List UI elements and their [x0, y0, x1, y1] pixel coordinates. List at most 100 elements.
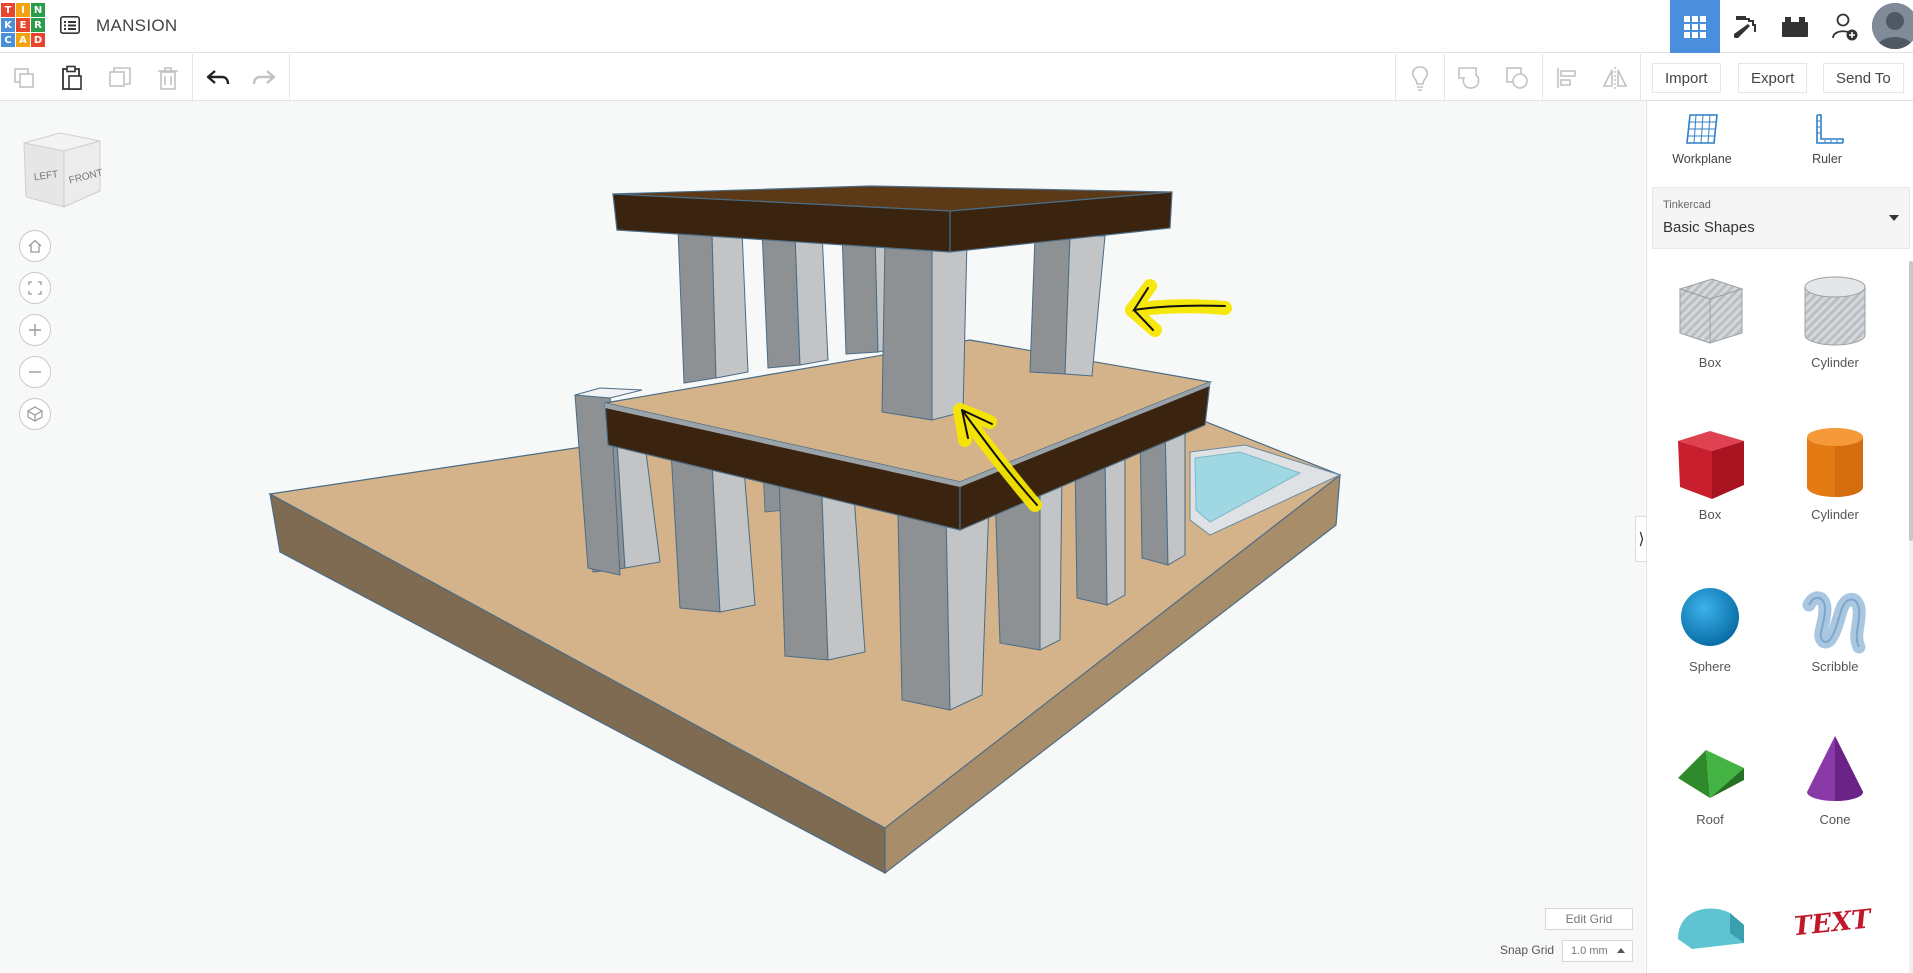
minecraft-view-button[interactable] [1720, 0, 1770, 53]
group-icon [1458, 66, 1480, 89]
3d-workspace[interactable]: LEFT FRONT Edit Grid Snap Grid 1.0 mm ⟩ [0, 101, 1647, 973]
shape-round-roof[interactable] [1650, 879, 1770, 973]
scrollbar-thumb[interactable] [1909, 261, 1913, 541]
snap-grid-select[interactable]: 1.0 mm [1562, 940, 1633, 962]
redo-icon [252, 69, 276, 84]
sphere-icon [1681, 588, 1739, 646]
shape-library-dropdown[interactable]: Tinkercad Basic Shapes [1652, 187, 1910, 249]
library-name: Basic Shapes [1663, 219, 1755, 236]
cone-icon [1807, 736, 1863, 801]
library-source: Tinkercad [1663, 199, 1711, 211]
shape-label: Cylinder [1811, 355, 1859, 370]
shape-sphere[interactable]: Sphere [1650, 575, 1770, 715]
undo-icon [206, 69, 230, 84]
logo-letter: N [31, 3, 45, 17]
toolbar-divider [192, 54, 193, 101]
lightbulb-icon [1411, 65, 1429, 91]
shape-label: Scribble [1811, 659, 1859, 674]
import-button[interactable]: Import [1652, 63, 1721, 93]
perspective-button[interactable] [19, 398, 51, 430]
3d-design-view-button[interactable] [1670, 0, 1720, 53]
shape-cylinder-hole[interactable]: Cylinder [1775, 271, 1895, 411]
snap-grid-value: 1.0 mm [1571, 945, 1608, 957]
ruler-tool[interactable]: Ruler [1777, 113, 1877, 166]
shape-label: Box [1698, 507, 1722, 522]
duplicate-button[interactable] [96, 54, 144, 101]
shape-scribble[interactable]: Scribble [1775, 575, 1895, 715]
logo-letter: E [16, 18, 30, 32]
view-cube[interactable]: LEFT FRONT [20, 129, 104, 217]
home-icon [28, 239, 42, 253]
shape-label: Roof [1696, 812, 1724, 827]
text-icon: TEXT [1795, 903, 1873, 942]
design-list-button[interactable] [58, 13, 82, 37]
duplicate-icon [109, 66, 131, 87]
logo-letter: T [1, 3, 15, 17]
copy-icon [14, 67, 34, 88]
zoom-out-button[interactable] [19, 356, 51, 388]
edit-grid-button[interactable]: Edit Grid [1545, 908, 1633, 930]
logo-letter: K [1, 18, 15, 32]
zoom-in-button[interactable] [19, 314, 51, 346]
box-hole-icon [1678, 278, 1744, 344]
send-to-button[interactable]: Send To [1823, 63, 1904, 93]
delete-button[interactable] [144, 54, 192, 101]
design-title[interactable]: MANSION [96, 16, 177, 36]
redo-button[interactable] [240, 54, 288, 101]
undo-button[interactable] [194, 54, 242, 101]
ungroup-icon [1506, 66, 1528, 89]
copy-button[interactable] [0, 54, 48, 101]
fit-view-button[interactable] [19, 272, 51, 304]
text-shape-glyph: TEXT [1795, 903, 1873, 942]
shape-box[interactable]: Box [1650, 423, 1770, 563]
clipboard-icon [62, 65, 82, 90]
paste-button[interactable] [48, 54, 96, 101]
shapes-panel: Workplane Ruler Tinkercad Basic Shapes B… [1646, 101, 1913, 973]
trash-icon [158, 66, 178, 90]
box-icon [1678, 431, 1744, 499]
logo-letter: D [31, 33, 45, 47]
shape-text[interactable]: TEXT [1775, 879, 1895, 973]
logo-letter: C [1, 33, 15, 47]
notes-button[interactable] [1396, 54, 1444, 101]
shape-cone[interactable]: Cone [1775, 728, 1895, 868]
shape-roof[interactable]: Roof [1650, 728, 1770, 868]
chevron-down-icon [1889, 215, 1899, 221]
plus-icon [29, 324, 41, 336]
shape-label: Sphere [1689, 659, 1731, 674]
shape-box-hole[interactable]: Box [1650, 271, 1770, 411]
shape-label: Cylinder [1811, 507, 1859, 522]
cylinder-hole-icon [1804, 276, 1866, 346]
bricks-view-button[interactable] [1770, 0, 1820, 53]
mansion-model[interactable] [0, 101, 1645, 973]
shapes-scrollbar[interactable] [1909, 261, 1913, 973]
add-user-icon [1832, 13, 1858, 40]
avatar[interactable] [1872, 3, 1913, 49]
group-button[interactable] [1445, 54, 1493, 101]
align-button[interactable] [1543, 54, 1591, 101]
home-view-button[interactable] [19, 230, 51, 262]
ruler-icon [1816, 114, 1844, 144]
export-button[interactable]: Export [1738, 63, 1808, 93]
user-avatar-icon [1872, 3, 1913, 49]
align-icon [1557, 67, 1576, 88]
scribble-icon [1802, 591, 1866, 654]
ungroup-button[interactable] [1493, 54, 1541, 101]
shape-cylinder[interactable]: Cylinder [1775, 423, 1895, 563]
workplane-tool[interactable]: Workplane [1652, 113, 1752, 166]
toolbar-divider [1640, 54, 1641, 101]
mirror-icon [1602, 66, 1628, 89]
brick-icon [1782, 16, 1808, 37]
grid-icon [1684, 15, 1706, 38]
ruler-label: Ruler [1812, 152, 1842, 166]
mirror-button[interactable] [1591, 54, 1639, 101]
shape-label: Cone [1819, 812, 1851, 827]
invite-user-button[interactable] [1820, 0, 1870, 53]
snap-grid-label: Snap Grid [1500, 943, 1555, 957]
workplane-icon [1686, 114, 1718, 144]
caret-up-icon [1617, 948, 1625, 953]
logo-letter: R [31, 18, 45, 32]
tinkercad-logo[interactable]: T I N K E R C A D [1, 3, 45, 49]
minus-icon [29, 371, 41, 373]
shape-grid: Box Cylinder Box Cylinder Sphere Scribbl… [1647, 261, 1909, 973]
